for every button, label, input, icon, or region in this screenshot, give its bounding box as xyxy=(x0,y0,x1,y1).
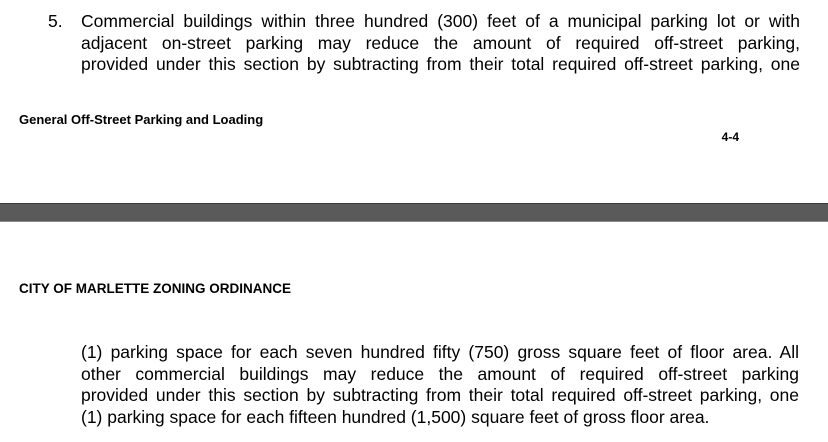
list-item-line-1: Commercial buildings within three hundre… xyxy=(81,11,800,31)
continuation-line-1: (1) parking space for each seven hundred… xyxy=(81,342,799,362)
continuation-line-2: other commercial buildings may reduce th… xyxy=(81,363,799,384)
continuation-paragraph: (1) parking space for each seven hundred… xyxy=(81,342,799,428)
document-page-top: 5. Commercial buildings within three hun… xyxy=(0,0,828,203)
page-footer-section-title: General Off-Street Parking and Loading xyxy=(19,112,264,127)
page-footer-page-number: 4-4 xyxy=(721,130,739,144)
list-item-number: 5. xyxy=(48,11,63,31)
list-item-line-2: adjacent on-street parking may reduce th… xyxy=(81,32,800,53)
continuation-line-4: (1) parking space for each fifteen hundr… xyxy=(81,406,710,427)
list-item-text: Commercial buildings within three hundre… xyxy=(81,11,800,76)
list-item-line-3: provided under this section by subtracti… xyxy=(81,54,800,74)
page-header-title: CITY OF MARLETTE ZONING ORDINANCE xyxy=(19,281,291,296)
continuation-line-3: provided under this section by subtracti… xyxy=(81,385,799,405)
page-separator xyxy=(0,203,828,222)
